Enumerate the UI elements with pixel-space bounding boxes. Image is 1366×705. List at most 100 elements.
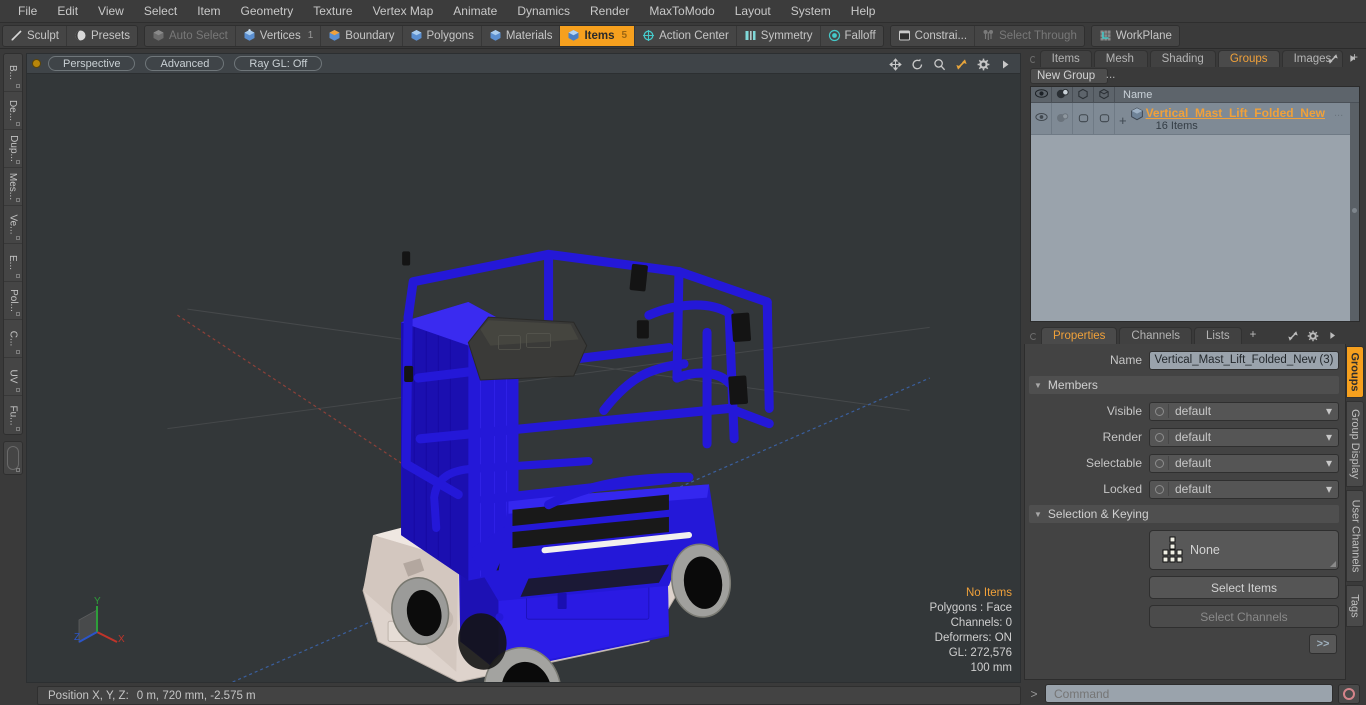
row-visibility-toggle[interactable] [1031, 103, 1052, 134]
left-tool-extra[interactable] [3, 441, 23, 475]
gear-icon[interactable] [977, 58, 990, 71]
tab-items[interactable]: Items [1039, 50, 1092, 67]
section-selection-keying[interactable]: ▼ Selection & Keying [1029, 505, 1339, 523]
menu-item-render[interactable]: Render [580, 0, 639, 23]
menu-item-geometry[interactable]: Geometry [231, 0, 304, 23]
selectable-dropdown[interactable]: default ▾ [1149, 453, 1339, 473]
presets-button[interactable]: Presets [67, 26, 137, 46]
row-shape-a-toggle[interactable] [1073, 103, 1094, 134]
left-tool-mesh[interactable]: Mes... [4, 168, 22, 206]
items-button[interactable]: Items 5 [560, 25, 636, 46]
row-render-toggle[interactable] [1052, 103, 1073, 134]
constraint-button[interactable]: Constrai... [891, 25, 976, 46]
left-tool-uv[interactable]: UV [4, 358, 22, 396]
column-shape-a[interactable] [1073, 86, 1094, 103]
menu-item-maxtomodo[interactable]: MaxToModo [639, 0, 724, 23]
tree-scrollbar[interactable] [1350, 103, 1359, 321]
vertices-button[interactable]: Vertices 1 [236, 25, 322, 46]
menu-item-file[interactable]: File [8, 0, 47, 23]
left-tool-basic[interactable]: B... [4, 54, 22, 92]
command-record-button[interactable] [1338, 683, 1360, 704]
row-shape-b-toggle[interactable] [1094, 103, 1115, 134]
viewport-menu-dot-icon[interactable] [33, 60, 40, 67]
locked-dropdown[interactable]: default ▾ [1149, 479, 1339, 499]
rotate-icon[interactable] [911, 58, 924, 71]
menu-item-view[interactable]: View [88, 0, 134, 23]
selectable-state-indicator[interactable] [1150, 458, 1168, 468]
menu-item-select[interactable]: Select [134, 0, 187, 23]
falloff-button[interactable]: Falloff [821, 26, 883, 46]
tab-mesh[interactable]: Mesh ... [1093, 50, 1148, 81]
auto-select-button[interactable]: Auto Select [145, 25, 236, 46]
symmetry-button[interactable]: Symmetry [737, 25, 821, 46]
left-tool-polygon[interactable]: Pol... [4, 282, 22, 320]
render-dropdown[interactable]: default ▾ [1149, 427, 1339, 447]
arrow-right-icon[interactable] [1347, 53, 1360, 66]
row-name-cell[interactable]: + Vertical_Mast_Lift_Folded_New ... 16 I [1115, 103, 1359, 134]
boundary-button[interactable]: Boundary [321, 25, 403, 46]
scrollbar-knob[interactable] [1352, 207, 1357, 213]
menu-item-animate[interactable]: Animate [443, 0, 507, 23]
polygons-button[interactable]: Polygons [403, 25, 482, 46]
expand-button[interactable]: >> [1309, 634, 1337, 654]
name-field[interactable]: Vertical_Mast_Lift_Folded_New (3) [1149, 350, 1339, 370]
axis-gizmo[interactable]: X Y Z [71, 592, 127, 648]
vtab-tags[interactable]: Tags [1346, 585, 1364, 627]
gear-icon[interactable] [1307, 330, 1320, 343]
action-center-button[interactable]: Action Center [635, 25, 737, 46]
left-tool-deform[interactable]: De... [4, 92, 22, 130]
sculpt-button[interactable]: Sculpt [3, 25, 67, 46]
menu-item-vertex-map[interactable]: Vertex Map [363, 0, 444, 23]
keying-selector[interactable]: None [1149, 530, 1339, 570]
fit-icon[interactable] [1327, 53, 1340, 66]
move-icon[interactable] [889, 57, 902, 71]
menu-item-help[interactable]: Help [841, 0, 886, 23]
left-tool-edge[interactable]: E... [4, 244, 22, 282]
vtab-groups[interactable]: Groups [1346, 346, 1364, 398]
group-item-tree[interactable]: Name + Vertical_Mast_Lift_Folded_New ...… [1030, 86, 1360, 322]
arrow-right-icon[interactable] [999, 58, 1012, 71]
tab-groups[interactable]: Groups [1217, 50, 1280, 67]
fit-icon[interactable] [955, 58, 968, 71]
properties-menu-dot-icon[interactable] [1030, 333, 1037, 340]
tab-properties[interactable]: Properties [1041, 327, 1118, 344]
arrow-right-icon[interactable] [1327, 330, 1340, 343]
column-shape-b[interactable] [1094, 86, 1115, 103]
visible-state-indicator[interactable] [1150, 406, 1168, 416]
fit-icon[interactable] [1287, 330, 1300, 343]
viewport-projection-button[interactable]: Perspective [48, 56, 136, 71]
select-through-button[interactable]: Select Through [975, 26, 1084, 46]
left-tool-duplicate[interactable]: Dup... [4, 130, 22, 168]
viewport-shading-button[interactable]: Advanced [145, 56, 225, 71]
materials-button[interactable]: Materials [482, 25, 561, 46]
workplane-button[interactable]: WorkPlane [1092, 26, 1179, 46]
section-members[interactable]: ▼ Members [1029, 376, 1339, 394]
column-render[interactable] [1052, 86, 1073, 103]
menu-item-layout[interactable]: Layout [725, 0, 781, 23]
menu-item-texture[interactable]: Texture [303, 0, 362, 23]
vtab-group-display[interactable]: Group Display [1346, 401, 1364, 487]
row-overflow[interactable]: ... [1334, 107, 1343, 119]
tab-shading[interactable]: Shading [1149, 50, 1216, 67]
tab-channels[interactable]: Channels [1119, 327, 1193, 344]
left-tool-curve[interactable]: C... [4, 320, 22, 358]
tab-lists[interactable]: Lists [1194, 327, 1242, 344]
left-tool-vertex[interactable]: Ve... [4, 206, 22, 244]
menu-item-edit[interactable]: Edit [47, 0, 88, 23]
panel-menu-dot-icon[interactable] [1030, 56, 1036, 63]
viewport-3d[interactable]: No Items Polygons : Face Channels: 0 Def… [26, 73, 1021, 683]
resize-corner-icon[interactable] [1330, 561, 1336, 567]
left-tool-fusion[interactable]: Fu... [4, 396, 22, 434]
vtab-user-channels[interactable]: User Channels [1346, 490, 1364, 582]
tree-expander[interactable]: + [1117, 106, 1130, 128]
new-group-button[interactable]: New Group [1030, 68, 1109, 84]
menu-item-item[interactable]: Item [187, 0, 230, 23]
zoom-icon[interactable] [933, 58, 946, 71]
locked-state-indicator[interactable] [1150, 484, 1168, 494]
visible-dropdown[interactable]: default ▾ [1149, 401, 1339, 421]
table-row[interactable]: + Vertical_Mast_Lift_Folded_New ... 16 I [1031, 103, 1359, 135]
command-input[interactable] [1045, 684, 1333, 703]
column-visibility[interactable] [1031, 86, 1052, 103]
menu-item-dynamics[interactable]: Dynamics [507, 0, 580, 23]
properties-tab-add-button[interactable]: + [1244, 327, 1263, 344]
